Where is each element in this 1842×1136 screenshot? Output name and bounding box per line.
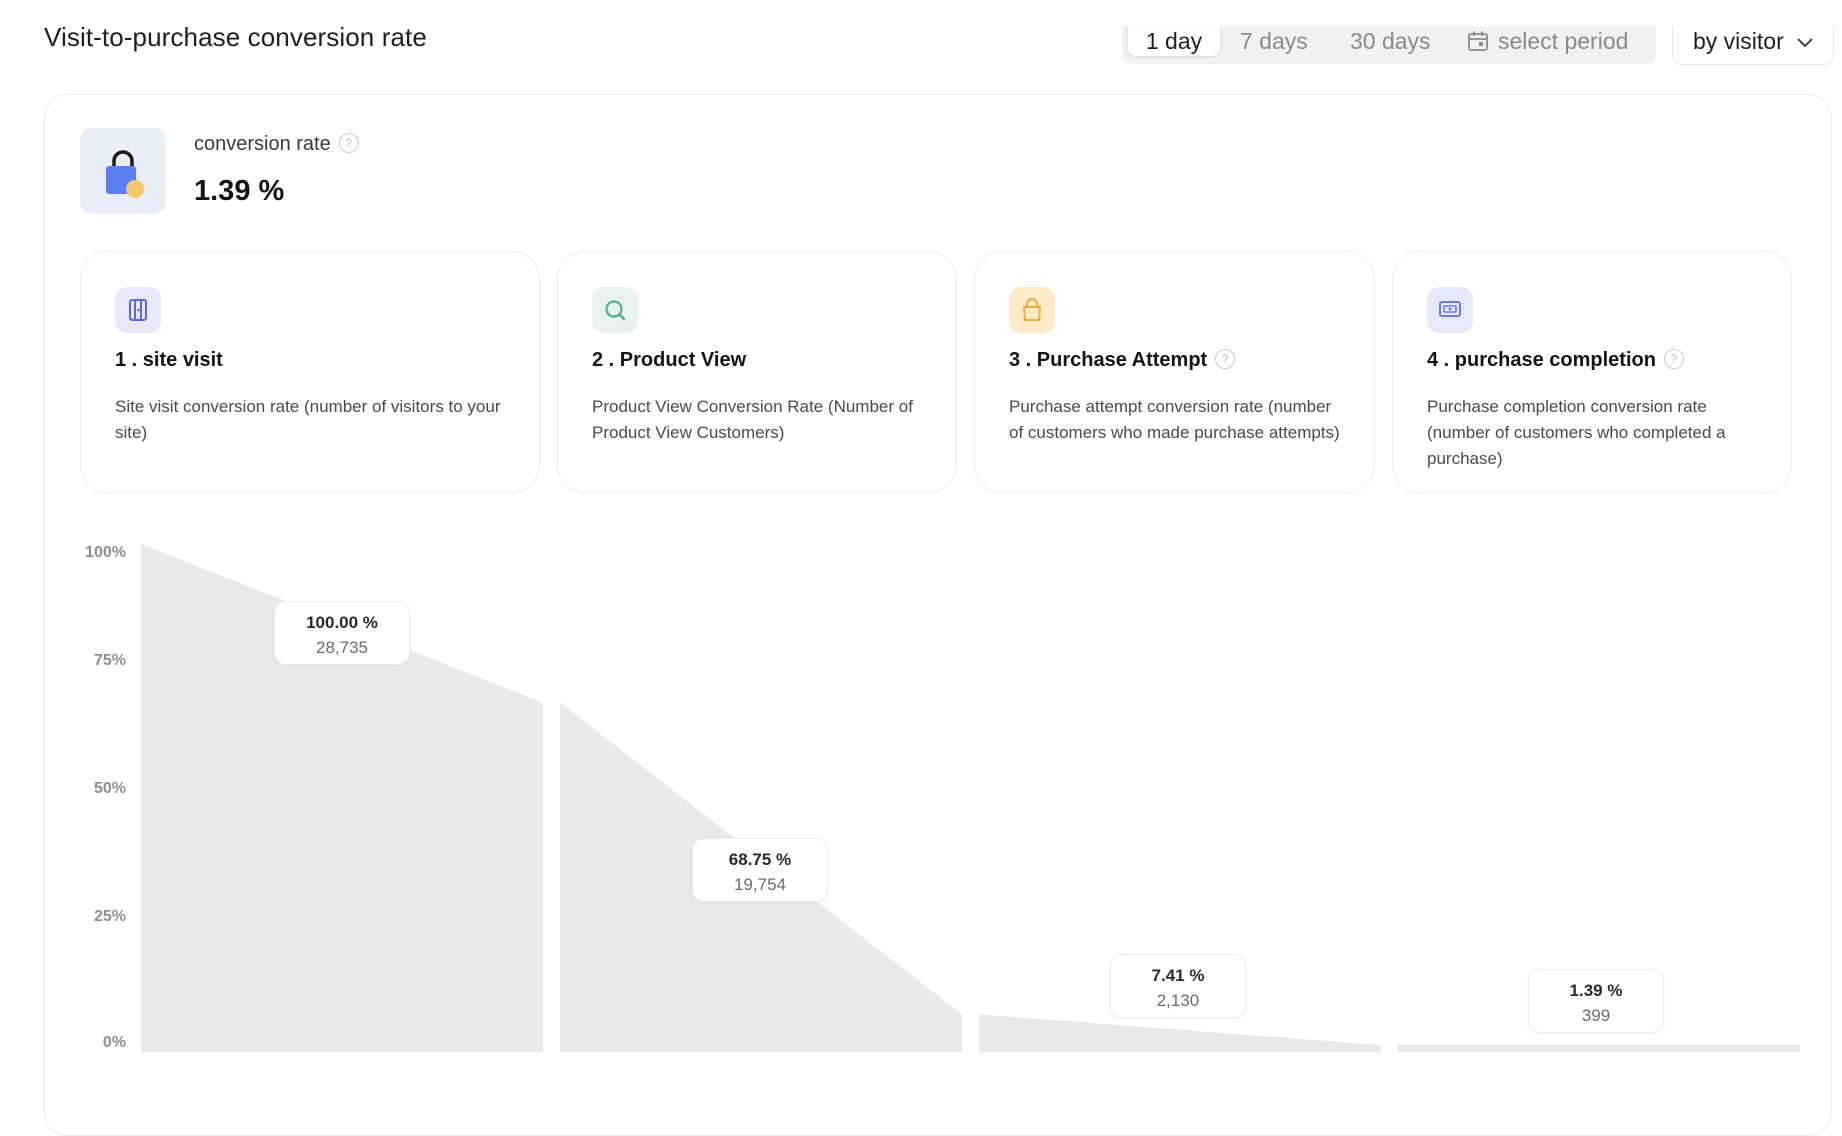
tooltip-stage-4: 1.39 % 399 [1528,969,1664,1033]
stage-percent-label: 7.41 % [1151,966,1205,985]
tooltip-stage-1: 100.00 % 28,735 [274,601,410,665]
funnel-chart [141,544,1800,1052]
funnel-stage-area [979,1014,1381,1052]
funnel-stage-area [1398,1044,1800,1052]
stage-count-label: 2,130 [1156,991,1200,1010]
tooltip-stage-3: 7.41 % 2,130 [1110,954,1246,1018]
stage-count-label: 19,754 [734,875,786,894]
stage-count-label: 28,735 [316,638,368,657]
stage-percent-label: 1.39 % [1569,981,1623,1000]
stage-percent-label: 68.75 % [728,850,792,869]
stage-percent-label: 100.00 % [306,613,378,632]
tooltip-stage-2: 68.75 % 19,754 [692,838,828,902]
stage-count-label: 399 [1581,1006,1611,1025]
